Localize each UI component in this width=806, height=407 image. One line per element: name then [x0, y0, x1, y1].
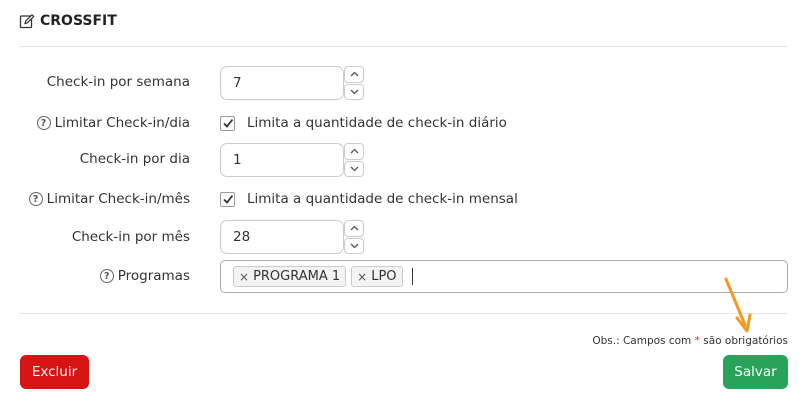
spin-down-button[interactable] — [344, 160, 364, 177]
edit-icon — [19, 13, 35, 29]
checkin-mes-label: Check-in por mês — [71, 229, 190, 245]
tag-remove-icon[interactable]: × — [357, 270, 367, 284]
limitar-mes-checkbox-label[interactable]: Limita a quantidade de check-in mensal — [247, 191, 518, 207]
divider — [19, 313, 788, 314]
tag-lpo: × LPO — [351, 266, 403, 287]
chevron-up-icon — [350, 225, 358, 231]
programas-label: ? Programas — [99, 268, 190, 284]
tag-label: LPO — [371, 269, 397, 284]
tag-programa-1: × PROGRAMA 1 — [233, 266, 347, 287]
checkin-semana-spinner[interactable] — [344, 66, 364, 100]
checkin-dia-label: Check-in por dia — [79, 151, 190, 167]
limitar-dia-checkbox[interactable] — [220, 115, 235, 131]
checkin-dia-spinner[interactable] — [344, 143, 364, 177]
checkin-mes-spinner[interactable] — [344, 220, 364, 254]
limitar-mes-label: ? Limitar Check-in/mês — [28, 191, 190, 207]
limitar-dia-label: ? Limitar Check-in/dia — [36, 115, 190, 131]
delete-button[interactable]: Excluir — [20, 355, 89, 389]
help-icon[interactable]: ? — [28, 192, 43, 206]
chevron-up-icon — [350, 148, 358, 154]
spin-up-button[interactable] — [344, 143, 364, 160]
chevron-up-icon — [350, 71, 358, 77]
spin-down-button[interactable] — [344, 237, 364, 254]
checkin-semana-label: Check-in por semana — [46, 74, 190, 90]
save-button[interactable]: Salvar — [723, 355, 788, 389]
tag-label: PROGRAMA 1 — [253, 269, 341, 284]
programas-multiselect[interactable]: × PROGRAMA 1 × LPO — [220, 260, 788, 293]
required-fields-note: Obs.: Campos com * são obrigatórios — [592, 335, 788, 347]
text-caret — [411, 268, 413, 285]
checkin-semana-input[interactable]: 7 — [220, 66, 344, 100]
checkin-dia-input[interactable]: 1 — [220, 143, 344, 177]
divider — [19, 46, 788, 47]
checkmark-icon — [222, 194, 233, 204]
help-icon[interactable]: ? — [99, 269, 114, 283]
limitar-mes-checkbox[interactable] — [220, 191, 235, 207]
limitar-dia-checkbox-label[interactable]: Limita a quantidade de check-in diário — [247, 115, 507, 131]
tag-remove-icon[interactable]: × — [239, 270, 249, 284]
help-icon[interactable]: ? — [36, 116, 51, 130]
chevron-down-icon — [350, 243, 358, 249]
annotation-arrow-icon — [724, 277, 752, 333]
section-title: CROSSFIT — [40, 13, 117, 29]
chevron-down-icon — [350, 89, 358, 95]
chevron-down-icon — [350, 166, 358, 172]
limitar-dia-checkbox-row[interactable]: Limita a quantidade de check-in diário — [220, 115, 507, 131]
checkmark-icon — [222, 118, 233, 128]
limitar-mes-checkbox-row[interactable]: Limita a quantidade de check-in mensal — [220, 191, 518, 207]
spin-up-button[interactable] — [344, 66, 364, 83]
spin-down-button[interactable] — [344, 83, 364, 100]
spin-up-button[interactable] — [344, 220, 364, 237]
checkin-mes-input[interactable]: 28 — [220, 220, 344, 254]
section-header: CROSSFIT — [19, 10, 117, 32]
